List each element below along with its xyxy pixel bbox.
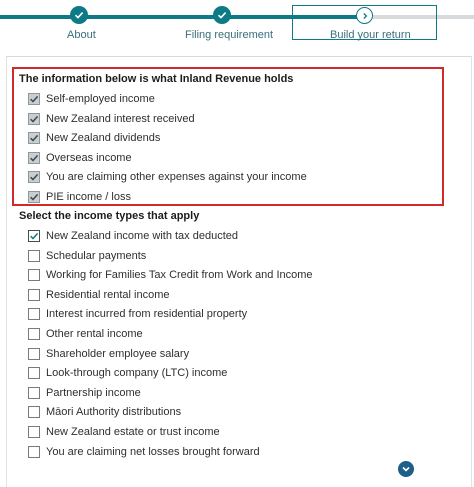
- ir-checkbox-label: New Zealand interest received: [46, 112, 195, 125]
- income-checkbox-row[interactable]: New Zealand income with tax deducted: [28, 228, 238, 244]
- income-checkbox-label: New Zealand income with tax deducted: [46, 230, 238, 242]
- ir-checkbox-row[interactable]: Self-employed income: [28, 91, 155, 107]
- income-checkbox-label: Māori Authority distributions: [46, 406, 182, 419]
- step-build-label[interactable]: Build your return: [330, 29, 411, 41]
- checkbox[interactable]: [28, 269, 40, 282]
- checkbox[interactable]: [28, 288, 40, 301]
- chevron-down-icon: [402, 466, 410, 472]
- check-icon: [30, 115, 39, 123]
- income-checkbox-label: Interest incurred from residential prope…: [46, 308, 248, 321]
- income-checkbox-row[interactable]: Shareholder employee salary: [28, 346, 189, 362]
- checkbox[interactable]: [28, 386, 40, 399]
- check-icon: [30, 193, 39, 201]
- ir-section-title: The information below is what Inland Rev…: [19, 73, 294, 85]
- income-checkbox-label: Shareholder employee salary: [46, 347, 190, 360]
- ir-checkbox-label: PIE income / loss: [46, 191, 131, 203]
- checkbox[interactable]: [28, 171, 40, 184]
- check-icon: [30, 232, 39, 240]
- income-checkbox-row[interactable]: Partnership income: [28, 385, 141, 401]
- progress-stepper: About Filing requirement Build your retu…: [0, 0, 474, 44]
- income-checkbox-label: Other rental income: [46, 328, 143, 340]
- ir-checkbox-row[interactable]: Overseas income: [28, 150, 132, 166]
- income-checkbox-row[interactable]: Working for Families Tax Credit from Wor…: [28, 267, 313, 283]
- income-checkbox-row[interactable]: You are claiming net losses brought forw…: [28, 444, 260, 460]
- income-checkbox-label: Look-through company (LTC) income: [46, 367, 228, 380]
- scroll-down-button[interactable]: [398, 461, 414, 477]
- check-icon: [30, 154, 39, 162]
- checkbox[interactable]: [28, 191, 40, 203]
- income-checkbox-row[interactable]: Schedular payments: [28, 248, 146, 264]
- checkbox[interactable]: [28, 426, 40, 438]
- income-checkbox-label: Working for Families Tax Credit from Wor…: [46, 269, 313, 282]
- step-current-chevron-icon[interactable]: [356, 7, 373, 24]
- checkbox[interactable]: [28, 112, 40, 125]
- checkbox[interactable]: [28, 445, 40, 458]
- income-checkbox-label: Partnership income: [46, 386, 141, 399]
- ir-checkbox-label: New Zealand dividends: [46, 132, 161, 145]
- checkbox[interactable]: [28, 406, 40, 419]
- check-icon: [30, 135, 39, 142]
- income-checkbox-row[interactable]: New Zealand estate or trust income: [28, 424, 220, 440]
- income-checkbox-label: Schedular payments: [46, 249, 147, 262]
- checkbox[interactable]: [28, 230, 40, 242]
- step-about-label[interactable]: About: [67, 29, 96, 41]
- checkbox[interactable]: [28, 308, 40, 321]
- ir-checkbox-row[interactable]: PIE income / loss: [28, 189, 131, 205]
- checkbox[interactable]: [28, 367, 40, 380]
- ir-checkbox-label: Self-employed income: [46, 93, 155, 105]
- check-icon: [30, 95, 39, 103]
- income-checkbox-label: New Zealand estate or trust income: [46, 426, 220, 438]
- checkbox[interactable]: [28, 132, 40, 145]
- income-checkbox-row[interactable]: Interest incurred from residential prope…: [28, 306, 247, 322]
- checkbox[interactable]: [28, 151, 40, 164]
- checkbox[interactable]: [28, 347, 40, 360]
- step-about-check-icon[interactable]: [70, 6, 88, 24]
- checkbox[interactable]: [28, 93, 40, 105]
- ir-checkbox-row[interactable]: New Zealand dividends: [28, 130, 160, 146]
- income-section-title: Select the income types that apply: [19, 210, 200, 222]
- income-checkbox-row[interactable]: Māori Authority distributions: [28, 404, 181, 420]
- step-filing-check-icon[interactable]: [213, 6, 231, 24]
- ir-checkbox-label: You are claiming other expenses against …: [46, 171, 307, 184]
- ir-checkbox-row[interactable]: You are claiming other expenses against …: [28, 169, 307, 185]
- ir-checkbox-label: Overseas income: [46, 151, 132, 164]
- check-icon: [30, 174, 39, 181]
- ir-checkbox-row[interactable]: New Zealand interest received: [28, 111, 195, 127]
- income-checkbox-row[interactable]: Residential rental income: [28, 287, 170, 303]
- income-checkbox-row[interactable]: Look-through company (LTC) income: [28, 365, 227, 381]
- checkbox[interactable]: [28, 328, 40, 340]
- income-checkbox-label: You are claiming net losses brought forw…: [46, 445, 260, 458]
- income-checkbox-label: Residential rental income: [46, 288, 170, 301]
- step-filing-label[interactable]: Filing requirement: [185, 29, 273, 41]
- income-checkbox-row[interactable]: Other rental income: [28, 326, 143, 342]
- checkbox[interactable]: [28, 249, 40, 262]
